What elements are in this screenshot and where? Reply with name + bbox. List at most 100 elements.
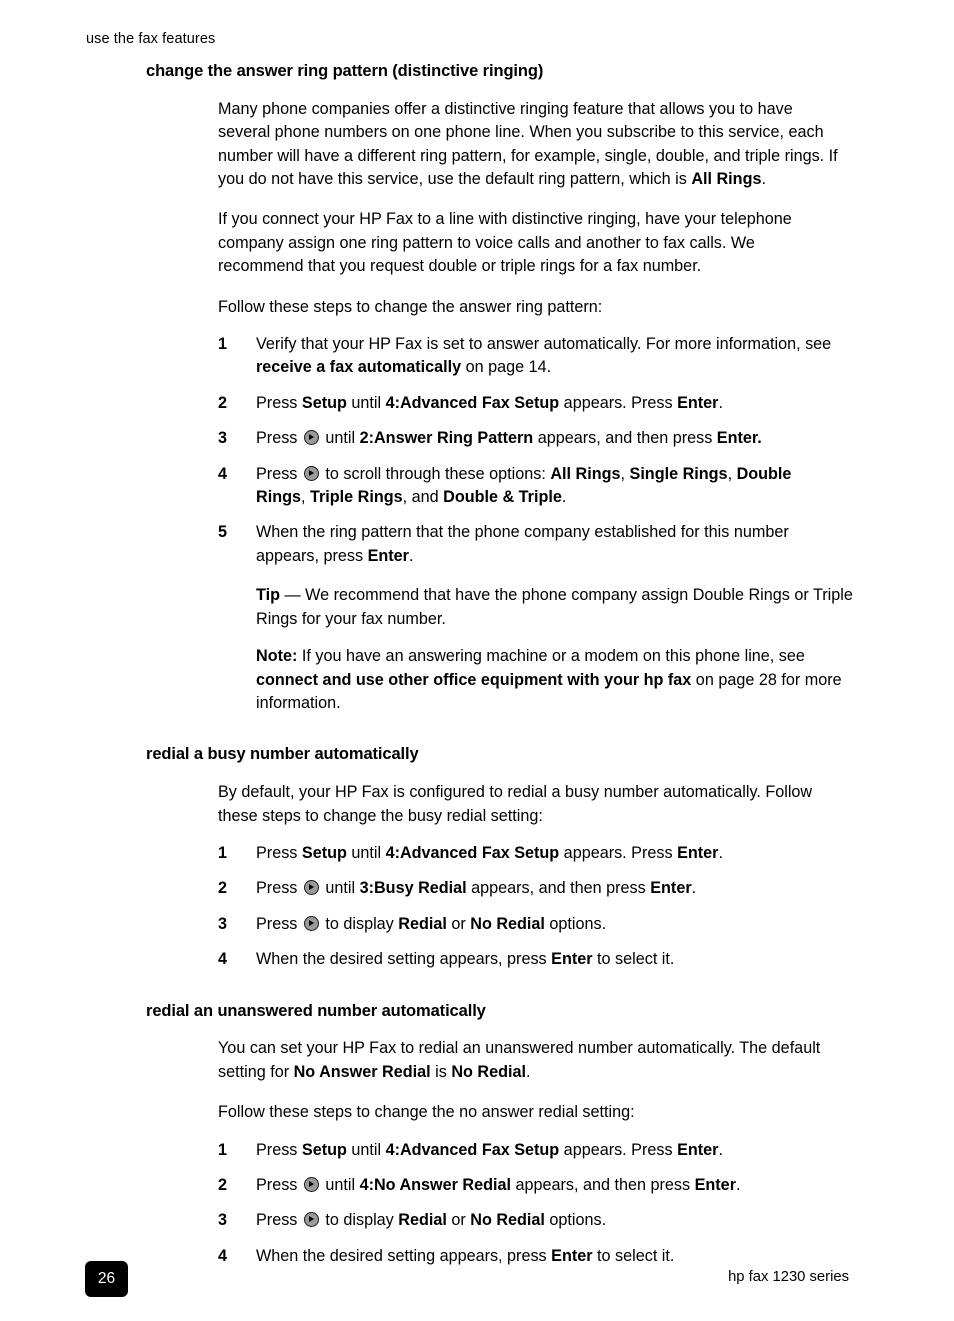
step-bold-term: 2:Answer Ring Pattern (359, 429, 534, 448)
step-bold-term: Enter (677, 1140, 719, 1159)
paragraph: Follow these steps to change the no answ… (218, 1103, 635, 1122)
step-text: options. (544, 914, 607, 933)
step-text: to scroll through these options: (320, 464, 551, 483)
list-item: 5 When the ring pattern that the phone co… (218, 521, 840, 568)
note-label: Note: (256, 647, 298, 666)
step-text: options. (544, 1211, 607, 1230)
step-text: Press (256, 429, 302, 448)
step-bold-term: Setup (301, 1140, 347, 1159)
step-text: When the desired setting appears, press (256, 950, 552, 969)
step-bold-term: 4:Advanced Fax Setup (385, 393, 560, 412)
section-3-body: You can set your HP Fax to redial an una… (218, 1037, 840, 1124)
step-text: until (320, 429, 360, 448)
step-bold-term: Setup (301, 393, 347, 412)
step-text: to select it. (592, 1246, 675, 1265)
step-text: . (718, 393, 723, 412)
list-item: 1 Press Setup until 4:Advanced Fax Setup … (218, 842, 840, 865)
step-text: or (446, 914, 471, 933)
step-text: to select it. (592, 950, 675, 969)
step-number: 1 (218, 335, 228, 354)
note-text: If you have an answering machine or a mo… (297, 647, 805, 666)
paragraph: If you connect your HP Fax to a line wit… (218, 210, 792, 276)
step-bold-term: Enter (694, 1175, 736, 1194)
step-text: . (561, 488, 567, 507)
paragraph-punct: . (761, 170, 766, 189)
step-text: appears. Press (559, 393, 678, 412)
step-text: until (320, 879, 360, 898)
list-item: 1 Verify that your HP Fax is set to answe… (218, 333, 840, 380)
step-text: , (727, 464, 737, 483)
list-item: 4 When the desired setting appears, press… (218, 1245, 840, 1268)
step-text: to display (320, 914, 399, 933)
page-number: 26 (97, 1270, 116, 1287)
step-text: . (718, 1140, 723, 1159)
paragraph-bold-term: No Answer Redial (293, 1062, 431, 1081)
step-text: appears. Press (559, 843, 678, 862)
document-page: use the fax features change the answer r… (0, 0, 954, 1321)
step-text: When the desired setting appears, press (256, 1246, 552, 1265)
step-bold-term: 4:No Answer Redial (359, 1175, 512, 1194)
step-bold-term: Enter (551, 950, 593, 969)
step-text: . (718, 843, 723, 862)
page-content: change the answer ring pattern (distinct… (146, 62, 853, 1269)
paragraph-text: . (525, 1062, 531, 1081)
step-bold-term: 3:Busy Redial (359, 879, 467, 898)
section-heading-redial-unanswered: redial an unanswered number automaticall… (146, 1001, 486, 1020)
step-bold-term: No Redial (470, 914, 545, 933)
paragraph: Many phone companies offer a distinctive… (218, 98, 840, 192)
step-bold-term: receive a fax automatically (256, 358, 462, 377)
step-bold-term: Enter (677, 393, 719, 412)
ring-option: Single Rings (629, 464, 728, 483)
step-text: , (620, 464, 630, 483)
step-text: until (346, 843, 386, 862)
arrow-right-key-icon (303, 1212, 319, 1228)
note-bold-reference: connect and use other office equipment w… (256, 670, 692, 689)
paragraph: You can set your HP Fax to redial an una… (218, 1037, 840, 1084)
step-number: 3 (218, 1211, 228, 1230)
list-item: 2 Press until 3:Busy Redial appears, and … (218, 877, 840, 900)
steps-list-redial-unanswered: 1 Press Setup until 4:Advanced Fax Setup … (218, 1139, 840, 1269)
arrow-right-key-icon (303, 430, 319, 446)
step-text: Verify that your HP Fax is set to answer… (256, 335, 832, 354)
step-bold-term: Redial (398, 914, 447, 933)
step-text: Press (256, 843, 302, 862)
step-number: 3 (218, 914, 228, 933)
tip-text: We recommend that have the phone company… (256, 586, 853, 628)
step-text: . (408, 546, 414, 565)
step-number: 4 (218, 1246, 228, 1265)
arrow-right-key-icon (303, 465, 319, 481)
step-number: 5 (218, 523, 228, 542)
list-item: 3 Press until 2:Answer Ring Pattern appea… (218, 427, 840, 450)
paragraph-bold-term: No Redial (451, 1062, 526, 1081)
note-callout: Note: If you have an answering machine o… (256, 645, 856, 715)
step-text: . (691, 879, 697, 898)
step-number: 2 (218, 1175, 228, 1194)
step-text: Press (256, 914, 302, 933)
step-bold-term: Enter (650, 879, 692, 898)
step-text: . (736, 1175, 741, 1194)
step-text: Press (256, 1211, 302, 1230)
step-number: 4 (218, 464, 228, 483)
step-number: 3 (218, 429, 228, 448)
steps-list-redial-busy: 1 Press Setup until 4:Advanced Fax Setup … (218, 842, 840, 972)
list-item: 3 Press to display Redial or No Redial op… (218, 1209, 840, 1232)
step-number: 1 (218, 1140, 228, 1159)
paragraph: Follow these steps to change the answer … (218, 297, 603, 316)
step-text: Press (256, 1140, 302, 1159)
step-text: appears, and then press (533, 429, 717, 448)
step-bold-term: Enter. (716, 429, 762, 448)
ring-option: Triple Rings (309, 488, 403, 507)
running-header: use the fax features (86, 31, 216, 47)
step-bold-term: Setup (301, 843, 347, 862)
step-number: 4 (218, 950, 228, 969)
tip-label: Tip (256, 586, 280, 605)
step-bold-term: Enter (551, 1246, 593, 1265)
step-bold-term: Enter (367, 546, 409, 565)
list-item: 3 Press to display Redial or No Redial op… (218, 913, 840, 936)
section-heading-redial-busy: redial a busy number automatically (146, 745, 419, 764)
tip-callout: Tip — We recommend that have the phone c… (256, 584, 856, 631)
step-text: Press (256, 464, 302, 483)
ring-option: Double & Triple (443, 488, 562, 507)
step-text: , and (402, 488, 444, 507)
step-text: on page 14. (461, 358, 552, 377)
